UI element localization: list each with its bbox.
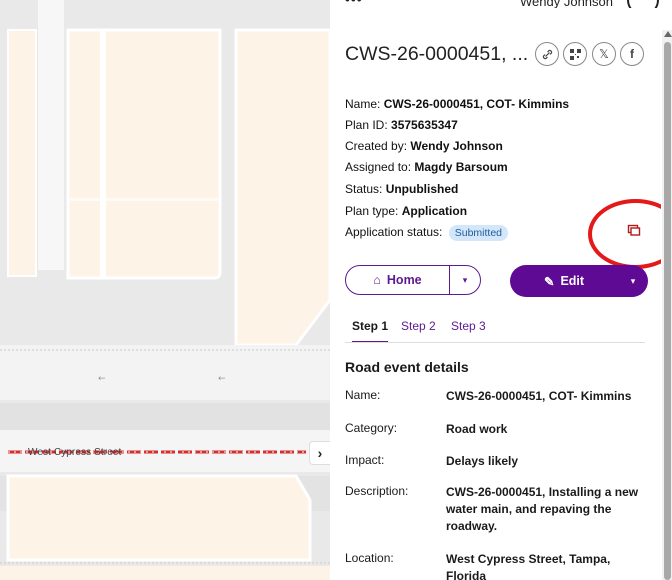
- collapse-panel-button[interactable]: ›: [309, 441, 330, 465]
- meta-plan-type: Plan type: Application: [345, 204, 468, 218]
- app-root: ← ← West Cypress Street › ••• Wendy John…: [0, 0, 672, 580]
- page-title: CWS-26-0000451, ...: [345, 43, 529, 65]
- status-badge: Submitted: [448, 225, 509, 241]
- x-logo-icon: 𝕏: [599, 47, 609, 61]
- home-button-label[interactable]: ⌂ Home: [346, 266, 450, 294]
- annotation-circle: [588, 199, 661, 269]
- scrollbar-thumb[interactable]: [664, 42, 671, 580]
- home-dropdown-button[interactable]: ▾: [450, 275, 480, 286]
- map-canvas[interactable]: ← ← West Cypress Street ›: [0, 0, 330, 580]
- map-drawing: ← ←: [0, 0, 330, 580]
- detail-value: CWS-26-0000451, Installing a new water m…: [446, 485, 639, 533]
- home-icon: ⌂: [373, 273, 381, 287]
- detail-value: CWS-26-0000451, COT- Kimmins: [446, 389, 632, 403]
- meta-name: Name: CWS-26-0000451, COT- Kimmins: [345, 97, 570, 111]
- detail-value: Road work: [446, 422, 508, 436]
- apps-menu-icon[interactable]: •••: [345, 0, 363, 7]
- detail-label: Name:: [345, 388, 381, 402]
- tabs-divider: [345, 342, 645, 343]
- detail-label: Location:: [345, 551, 394, 565]
- detail-value: West Cypress Street, Tampa, Florida: [446, 552, 611, 580]
- detail-label: Description:: [345, 484, 409, 498]
- qr-code-icon: [569, 48, 581, 60]
- share-facebook-button[interactable]: f: [620, 42, 644, 66]
- home-button[interactable]: ⌂ Home ▾: [345, 265, 481, 295]
- pencil-icon: ✎: [543, 274, 555, 289]
- edit-button-label[interactable]: ✎ Edit: [510, 274, 618, 289]
- section-title: Road event details: [345, 359, 469, 375]
- meta-status: Status: Unpublished: [345, 182, 459, 196]
- facebook-icon: f: [630, 47, 634, 61]
- edit-dropdown-button[interactable]: ▾: [618, 276, 648, 287]
- tab-step-1[interactable]: Step 1: [352, 319, 389, 343]
- chevron-down-icon: ▾: [630, 275, 636, 286]
- detail-label: Category:: [345, 421, 398, 435]
- detail-label: Impact:: [345, 453, 385, 467]
- meta-plan-id: Plan ID: 3575635347: [345, 118, 458, 132]
- link-icon: [542, 49, 552, 59]
- detail-value: Delays likely: [446, 454, 519, 468]
- scroll-up-icon[interactable]: [664, 31, 672, 37]
- top-bar: [330, 0, 672, 8]
- tab-step-2[interactable]: Step 2: [401, 319, 436, 341]
- svg-text:←: ←: [98, 374, 106, 384]
- share-link-button[interactable]: [535, 42, 559, 66]
- share-x-button[interactable]: 𝕏: [592, 42, 616, 66]
- chevron-down-icon: ▾: [462, 274, 468, 285]
- svg-text:←: ←: [218, 374, 226, 384]
- street-label: West Cypress Street: [28, 447, 122, 458]
- comment-icon[interactable]: [627, 224, 641, 238]
- meta-application-status: Application status: Submitted: [345, 225, 509, 241]
- edit-button[interactable]: ✎ Edit ▾: [510, 265, 648, 297]
- qr-code-button[interactable]: [563, 42, 587, 66]
- meta-assigned-to: Assigned to: Magdy Barsoum: [345, 160, 508, 174]
- meta-created-by: Created by: Wendy Johnson: [345, 139, 503, 153]
- tab-step-3[interactable]: Step 3: [451, 319, 486, 341]
- plan-detail-panel: CWS-26-0000451, ... 𝕏 f Name: CWS-26-000…: [330, 8, 661, 580]
